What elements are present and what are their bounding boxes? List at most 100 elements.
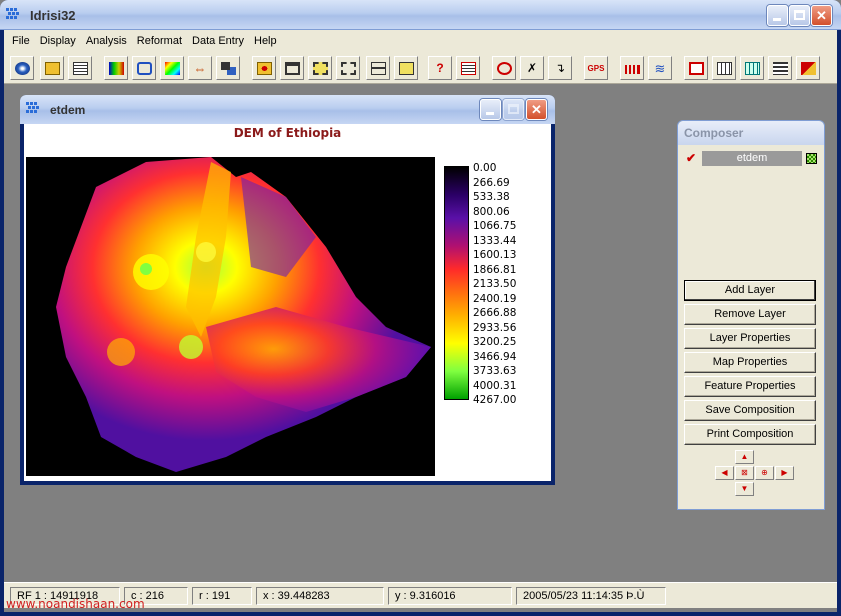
watermark: www.noandishaan.com xyxy=(6,597,145,611)
minimize-button[interactable] xyxy=(767,5,788,26)
toolbar: ⇔ ? ✗ ↴ GPS ≋ xyxy=(4,52,837,84)
maximize-button[interactable] xyxy=(789,5,810,26)
legend-label: 533.38 xyxy=(473,191,510,203)
ethiopia-dem-raster xyxy=(56,157,431,472)
legend-label: 4267.00 xyxy=(473,394,517,406)
connect-button[interactable] xyxy=(366,56,390,80)
grid-button[interactable] xyxy=(712,56,736,80)
menu-data-entry[interactable]: Data Entry xyxy=(188,35,248,47)
layer-name[interactable]: etdem xyxy=(702,151,802,166)
legend-label: 3733.63 xyxy=(473,365,517,377)
add-layer-button[interactable]: Add Layer xyxy=(684,280,816,301)
save-composition-button[interactable]: Save Composition xyxy=(684,400,816,421)
menu-help[interactable]: Help xyxy=(250,35,281,47)
list-button[interactable] xyxy=(68,56,92,80)
main-window: Idrisi32 ✕ File Display Analysis Reforma… xyxy=(0,0,841,616)
target-button[interactable] xyxy=(492,56,516,80)
display-launcher-button[interactable] xyxy=(10,56,34,80)
import-button[interactable] xyxy=(684,56,708,80)
menu-analysis[interactable]: Analysis xyxy=(82,35,131,47)
pan-left-button[interactable]: ◀ xyxy=(715,466,734,480)
layer-row[interactable]: ✔ etdem xyxy=(684,151,818,167)
eraser-button[interactable] xyxy=(796,56,820,80)
map-window-title: etdem xyxy=(50,103,86,117)
overlay-icon xyxy=(220,61,236,75)
arrow-button[interactable]: ↴ xyxy=(548,56,572,80)
wave-button[interactable]: ≋ xyxy=(648,56,672,80)
overlay-button[interactable] xyxy=(216,56,240,80)
left-arrow-icon: ◀ xyxy=(721,468,728,477)
zoom-reset-button[interactable]: ⊠ xyxy=(735,466,754,480)
up-arrow-icon: ▲ xyxy=(740,452,749,461)
table-button[interactable] xyxy=(740,56,764,80)
menu-file[interactable]: File xyxy=(8,35,34,47)
map-canvas: DEM of Ethiopia 0.00 266.69 533.38 800.0… xyxy=(24,124,551,481)
client-area: File Display Analysis Reformat Data Entr… xyxy=(4,30,837,612)
pan-right-button[interactable]: ▶ xyxy=(775,466,794,480)
map-title: DEM of Ethiopia xyxy=(233,126,342,140)
down-arrow-icon: ▼ xyxy=(740,484,749,493)
legend: 0.00 266.69 533.38 800.06 1066.75 1333.4… xyxy=(473,161,547,408)
arrow-icon: ↴ xyxy=(554,60,566,75)
help-query-icon: ? xyxy=(436,60,444,75)
open-button[interactable] xyxy=(40,56,64,80)
link-button[interactable] xyxy=(394,56,418,80)
histogram-icon xyxy=(624,61,640,75)
visible-check-icon[interactable]: ✔ xyxy=(686,151,696,165)
maximize-icon xyxy=(508,104,519,114)
zoom-center-button[interactable]: ⊕ xyxy=(755,466,774,480)
layer-palette-swatch[interactable] xyxy=(806,153,817,164)
list-icon xyxy=(72,61,88,75)
gps-button[interactable]: GPS xyxy=(584,56,608,80)
layer-properties-button[interactable]: Layer Properties xyxy=(684,328,816,349)
legend-label: 3200.25 xyxy=(473,336,517,348)
remove-layer-button[interactable]: Remove Layer xyxy=(684,304,816,325)
map-window-title-bar[interactable]: etdem ✕ xyxy=(20,95,555,124)
image-palette-icon xyxy=(108,61,124,75)
palette-button[interactable] xyxy=(104,56,128,80)
target-icon xyxy=(496,61,512,75)
rainbow-button[interactable] xyxy=(160,56,184,80)
map-minimize-button[interactable] xyxy=(480,99,501,120)
pan-button[interactable]: ⇔ xyxy=(188,56,212,80)
menu-display[interactable]: Display xyxy=(36,35,80,47)
window-button[interactable] xyxy=(280,56,304,80)
menu-reformat[interactable]: Reformat xyxy=(133,35,186,47)
pan-up-button[interactable]: ▲ xyxy=(735,450,754,464)
histogram-button[interactable] xyxy=(620,56,644,80)
mdi-area: etdem ✕ DEM of Ethiopia 0.00 266.69 533.… xyxy=(4,85,837,580)
grid-icon xyxy=(716,61,732,75)
legend-label: 2133.50 xyxy=(473,278,517,290)
close-button[interactable]: ✕ xyxy=(811,5,832,26)
map-properties-button[interactable]: Map Properties xyxy=(684,352,816,373)
digitize-button[interactable] xyxy=(132,56,156,80)
query-box-button[interactable] xyxy=(336,56,360,80)
help-query-button[interactable]: ? xyxy=(428,56,452,80)
print-composition-button[interactable]: Print Composition xyxy=(684,424,816,445)
bars-button[interactable] xyxy=(768,56,792,80)
legend-label: 2666.88 xyxy=(473,307,517,319)
minimize-icon xyxy=(773,18,781,21)
idrisi-app-icon xyxy=(6,8,22,22)
maximize-icon xyxy=(794,10,805,20)
map-maximize-button[interactable] xyxy=(503,99,524,120)
title-bar[interactable]: Idrisi32 ✕ xyxy=(0,0,841,30)
legend-label: 1600.13 xyxy=(473,249,517,261)
rainbow-palette-icon xyxy=(164,61,180,75)
legend-label: 4000.31 xyxy=(473,379,517,392)
legend-label: 1866.81 xyxy=(473,263,517,276)
map-close-button[interactable]: ✕ xyxy=(526,99,547,120)
gps-icon: GPS xyxy=(587,63,605,73)
pan-arrows-icon: ⇔ xyxy=(193,60,207,76)
eraser-icon xyxy=(800,61,816,75)
zoom-button[interactable] xyxy=(252,56,276,80)
table-edit-button[interactable] xyxy=(456,56,480,80)
select-box-button[interactable] xyxy=(308,56,332,80)
status-datetime: 2005/05/23 11:14:35 Þ.Ù xyxy=(516,587,666,605)
zoom-icon xyxy=(256,61,272,75)
feature-properties-button[interactable]: Feature Properties xyxy=(684,376,816,397)
tools-button[interactable]: ✗ xyxy=(520,56,544,80)
legend-label: 3466.94 xyxy=(473,350,517,363)
dem-map-image[interactable] xyxy=(26,157,435,476)
pan-down-button[interactable]: ▼ xyxy=(735,482,754,496)
